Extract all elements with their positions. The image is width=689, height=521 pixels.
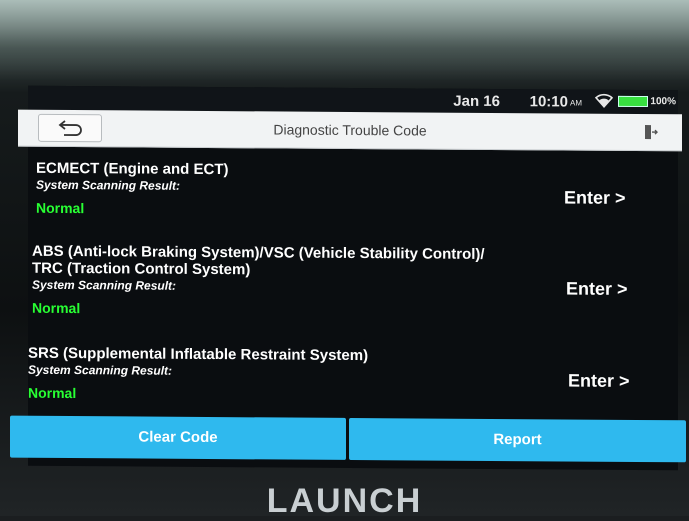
enter-button[interactable]: Enter > xyxy=(564,187,626,208)
system-item-ecmect: ECMECT (Engine and ECT) System Scanning … xyxy=(28,160,678,216)
device-screen: Jan 16 10:10 AM 100% Diagnostic Trouble … xyxy=(10,85,686,471)
system-status: Normal xyxy=(36,199,85,217)
title-bar: Diagnostic Trouble Code xyxy=(18,109,682,152)
system-item-abs-vsc-trc: ABS (Anti-lock Braking System)/VSC (Vehi… xyxy=(28,243,678,316)
enter-button[interactable]: Enter > xyxy=(566,278,628,299)
status-date: Jan 16 xyxy=(453,92,500,111)
status-time: 10:10 xyxy=(529,93,568,111)
scan-result-label: System Scanning Result: xyxy=(32,277,177,293)
launch-logo: LAUNCH xyxy=(266,482,423,520)
status-ampm: AM xyxy=(570,98,582,108)
system-status: Normal xyxy=(32,299,81,317)
system-item-srs: SRS (Supplemental Inflatable Restraint S… xyxy=(28,345,678,401)
diagnostic-device: Jan 16 10:10 AM 100% Diagnostic Trouble … xyxy=(0,0,689,520)
screen-glare xyxy=(0,0,689,80)
page-title: Diagnostic Trouble Code xyxy=(273,121,427,139)
battery-icon xyxy=(618,95,648,108)
scan-result-label: System Scanning Result: xyxy=(28,362,173,378)
system-name: ECMECT (Engine and ECT) xyxy=(36,159,229,179)
system-status: Normal xyxy=(28,384,77,402)
exit-icon[interactable] xyxy=(644,124,658,140)
report-button[interactable]: Report xyxy=(349,417,686,463)
clear-code-button[interactable]: Clear Code xyxy=(10,415,346,460)
enter-button[interactable]: Enter > xyxy=(568,371,630,392)
battery-level: 100% xyxy=(650,96,676,108)
scan-result-label: System Scanning Result: xyxy=(36,177,181,193)
action-bar: Clear Code Report xyxy=(10,415,686,463)
wifi-icon xyxy=(594,93,614,108)
